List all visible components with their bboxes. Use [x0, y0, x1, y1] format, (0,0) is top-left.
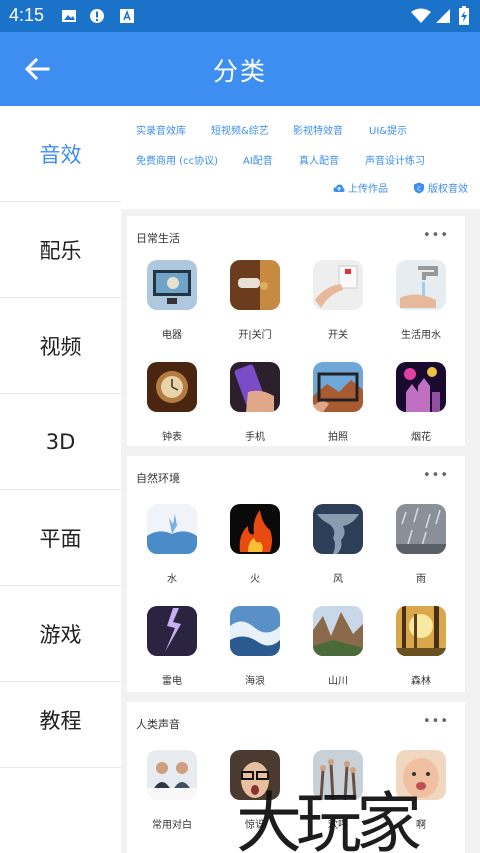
appliance-thumbnail: [147, 260, 197, 310]
category-label: 开|关门: [238, 330, 272, 341]
tag-link[interactable]: UI&提示: [369, 122, 407, 137]
category-label: 森林: [411, 676, 431, 687]
mountains-thumbnail: [313, 606, 363, 656]
faucet-thumbnail: [396, 260, 446, 310]
sidebar-item-graphics[interactable]: 平面: [0, 490, 121, 586]
category-item-mountains[interactable]: 山川: [303, 606, 373, 687]
tag-link[interactable]: 免费商用 (cc协议): [136, 152, 218, 167]
cloud-upload-icon: [333, 183, 345, 192]
section-title: 人类声音: [136, 718, 180, 731]
category-item-fireworks[interactable]: 烟花: [386, 362, 456, 443]
dialogue-thumbnail: [147, 750, 197, 800]
category-item-photo[interactable]: 拍照: [303, 362, 373, 443]
status-bar: 4:15: [0, 0, 480, 32]
category-label: 开关: [328, 330, 348, 341]
tag-link[interactable]: AI配音: [243, 152, 273, 167]
sidebar-item-games[interactable]: 游戏: [0, 586, 121, 682]
watermark: 大玩家: [236, 785, 422, 853]
more-icon[interactable]: •••: [423, 468, 449, 483]
section-title: 日常生活: [136, 232, 180, 245]
category-label: 水: [167, 574, 177, 585]
phone-thumbnail: [230, 362, 280, 412]
category-label: 电器: [162, 330, 182, 341]
category-label: 生活用水: [401, 330, 441, 341]
tornado-thumbnail: [313, 504, 363, 554]
upload-label: 上传作品: [348, 184, 388, 195]
category-label: 风: [333, 574, 343, 585]
sidebar-item-video[interactable]: 视频: [0, 298, 121, 394]
section-title: 自然环境: [136, 472, 180, 485]
tag-link[interactable]: 影视特效音: [293, 122, 343, 137]
sidebar-item-music[interactable]: 配乐: [0, 202, 121, 298]
app-bar: 分类: [0, 32, 480, 106]
switch-thumbnail: [313, 260, 363, 310]
battery-icon: [459, 6, 469, 25]
category-label: 手机: [245, 432, 265, 443]
category-item-phone[interactable]: 手机: [220, 362, 290, 443]
image-icon: [62, 10, 76, 22]
category-item-forest[interactable]: 森林: [386, 606, 456, 687]
tag-link[interactable]: 声音设计练习: [365, 152, 425, 167]
lightning-thumbnail: [147, 606, 197, 656]
sidebar-item-sound-effects[interactable]: 音效: [0, 106, 121, 202]
category-item-clock[interactable]: 钟表: [137, 362, 207, 443]
category-item-door[interactable]: 开|关门: [220, 260, 290, 341]
category-item-appliance[interactable]: 电器: [137, 260, 207, 341]
main-content: 实录音效库 短视频&综艺 影视特效音 UI&提示 免费商用 (cc协议) AI配…: [121, 106, 480, 853]
category-item-dialogue[interactable]: 常用对白: [137, 750, 207, 831]
category-item-water[interactable]: 生活用水: [386, 260, 456, 341]
tag-link[interactable]: 短视频&综艺: [211, 122, 269, 137]
clock-thumbnail: [147, 362, 197, 412]
signal-icon: [436, 9, 450, 23]
more-icon[interactable]: •••: [423, 228, 449, 243]
category-item-waves[interactable]: 海浪: [220, 606, 290, 687]
category-label: 火: [250, 574, 260, 585]
forest-thumbnail: [396, 606, 446, 656]
fireworks-thumbnail: [396, 362, 446, 412]
category-item-thunder[interactable]: 雷电: [137, 606, 207, 687]
page-title: 分类: [212, 57, 267, 86]
fire-thumbnail: [230, 504, 280, 554]
category-label: 山川: [328, 676, 348, 687]
waves-thumbnail: [230, 606, 280, 656]
category-item-fire[interactable]: 火: [220, 504, 290, 585]
category-label: 烟花: [411, 432, 431, 443]
category-label: 钟表: [162, 432, 182, 443]
upload-button[interactable]: 上传作品: [333, 180, 388, 195]
category-label: 常用对白: [152, 820, 192, 831]
water-splash-thumbnail: [147, 504, 197, 554]
category-item-rain[interactable]: 雨: [386, 504, 456, 585]
wifi-icon: [411, 8, 431, 23]
tag-panel: 实录音效库 短视频&综艺 影视特效音 UI&提示 免费商用 (cc协议) AI配…: [121, 106, 480, 209]
category-label: 拍照: [328, 432, 348, 443]
more-icon[interactable]: •••: [423, 714, 449, 729]
category-label: 雨: [416, 574, 426, 585]
sidebar-item-3d[interactable]: 3D: [0, 394, 121, 490]
copyright-button[interactable]: c 版权音效: [413, 180, 468, 195]
section-card-nature: 自然环境 ••• 水 火 风 雨 雷电 海浪 山川 森林: [127, 456, 465, 692]
tag-link[interactable]: 实录音效库: [136, 122, 186, 137]
status-time: 4:15: [9, 5, 45, 25]
category-item-switch[interactable]: 开关: [303, 260, 373, 341]
category-sidebar: 音效 配乐 视频 3D 平面 游戏 教程: [0, 106, 121, 853]
copyright-label: 版权音效: [428, 184, 468, 195]
rain-thumbnail: [396, 504, 446, 554]
font-icon: [120, 9, 134, 23]
shield-icon: c: [414, 182, 424, 193]
door-thumbnail: [230, 260, 280, 310]
category-label: 雷电: [162, 676, 182, 687]
alert-icon: [90, 9, 104, 23]
section-card-daily-life: 日常生活 ••• 电器 开|关门 开关 生活用水 钟表 手机 拍照 烟花: [127, 216, 465, 446]
camera-thumbnail: [313, 362, 363, 412]
category-item-wind[interactable]: 风: [303, 504, 373, 585]
category-item-water-nature[interactable]: 水: [137, 504, 207, 585]
category-label: 海浪: [245, 676, 265, 687]
tag-link[interactable]: 真人配音: [299, 152, 339, 167]
sidebar-item-tutorials[interactable]: 教程: [0, 672, 121, 768]
svg-text:c: c: [417, 184, 421, 192]
